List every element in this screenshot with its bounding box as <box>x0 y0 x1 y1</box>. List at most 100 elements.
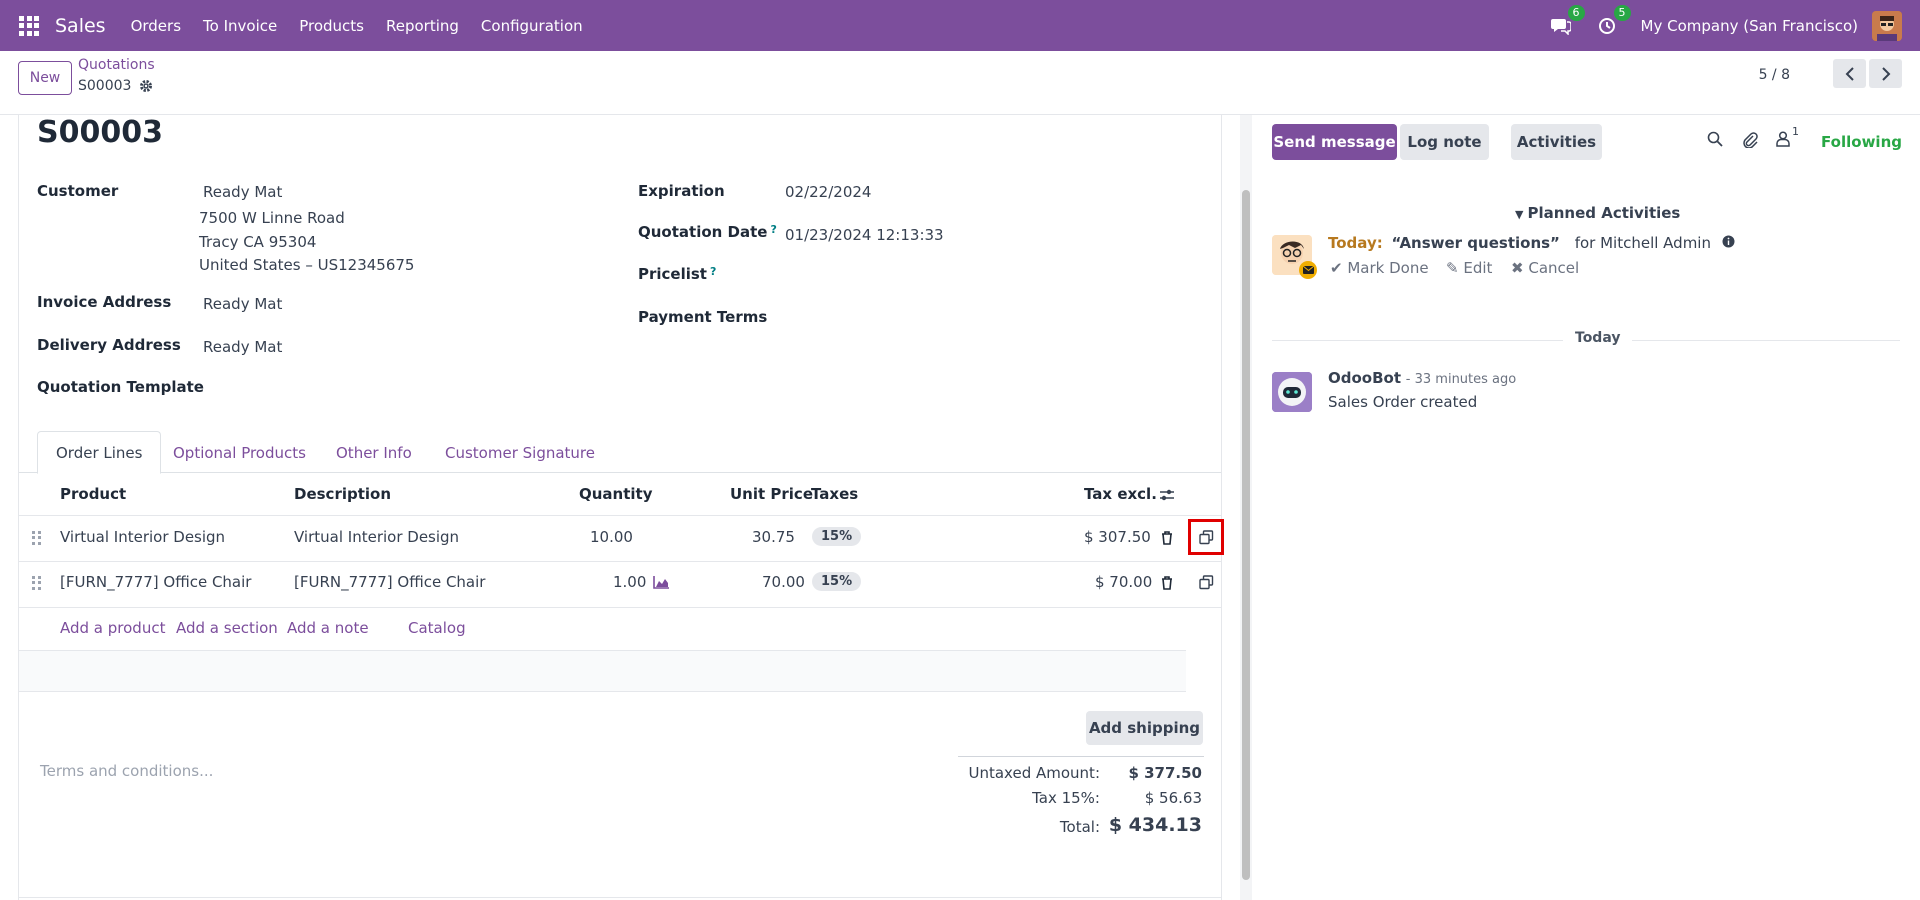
row-2-description[interactable]: [FURN_7777] Office Chair <box>294 573 485 591</box>
cancel-activity-button[interactable]: ✖ Cancel <box>1511 259 1579 277</box>
date-separator-today: Today <box>1563 330 1633 346</box>
tab-customer-signature[interactable]: Customer Signature <box>427 431 613 474</box>
planned-activities-title: Planned Activities <box>1527 204 1681 222</box>
column-product[interactable]: Product <box>60 485 126 503</box>
notebook-tabs: Order Lines Optional Products Other Info… <box>19 431 1221 474</box>
tab-optional-products[interactable]: Optional Products <box>155 431 324 474</box>
menu-reporting[interactable]: Reporting <box>386 17 459 35</box>
menu-to-invoice[interactable]: To Invoice <box>203 17 277 35</box>
paperclip-icon <box>1743 132 1758 149</box>
catalog-link[interactable]: Catalog <box>408 619 466 637</box>
edit-label: Edit <box>1463 259 1493 277</box>
drag-handle-icon[interactable] <box>32 576 42 590</box>
envelope-icon <box>1302 266 1314 274</box>
column-description[interactable]: Description <box>294 485 391 503</box>
column-unit-price[interactable]: Unit Price <box>730 485 813 503</box>
row-1-delete-button[interactable] <box>1159 529 1175 547</box>
copy-icon <box>1198 529 1213 544</box>
optional-columns-toggle[interactable] <box>1158 486 1176 504</box>
planned-activities-toggle[interactable]: ▼ Planned Activities <box>1515 204 1680 222</box>
app-name[interactable]: Sales <box>55 15 106 37</box>
breadcrumb-current-label: S00003 <box>78 78 132 94</box>
pager-value[interactable]: 5 / 8 <box>1759 67 1790 83</box>
check-icon: ✔ <box>1330 259 1343 277</box>
messages-button[interactable]: 6 <box>1549 4 1585 38</box>
add-product-link[interactable]: Add a product <box>60 619 165 637</box>
row-1-description[interactable]: Virtual Interior Design <box>294 528 459 546</box>
customer-field[interactable]: Ready Mat <box>203 183 282 201</box>
pager-next-button[interactable] <box>1869 59 1902 88</box>
sliders-icon <box>1160 489 1174 501</box>
row-1-product[interactable]: Virtual Interior Design <box>60 528 225 546</box>
company-switcher[interactable]: My Company (San Francisco) <box>1641 17 1858 35</box>
user-avatar[interactable] <box>1872 10 1902 41</box>
row-1-tax-badge[interactable]: 15% <box>812 527 862 546</box>
quotation-date-label: Quotation Date? <box>638 223 777 241</box>
gear-icon[interactable] <box>139 79 153 93</box>
row-2-delete-button[interactable] <box>1159 574 1175 592</box>
menu-orders[interactable]: Orders <box>131 17 181 35</box>
breadcrumb-quotations[interactable]: Quotations <box>78 57 155 73</box>
pager-previous-button[interactable] <box>1833 59 1866 88</box>
trash-icon <box>1162 531 1172 545</box>
column-tax-excl[interactable]: Tax excl. <box>1084 485 1157 503</box>
customer-address-line-3: United States – US12345675 <box>199 256 415 274</box>
row-1-quantity[interactable]: 10.00 <box>590 528 633 546</box>
forecast-chart-button[interactable] <box>652 574 670 590</box>
followers-button[interactable]: 1 <box>1776 125 1799 151</box>
menu-products[interactable]: Products <box>299 17 364 35</box>
row-2-quantity[interactable]: 1.00 <box>613 573 646 591</box>
message-time: - 33 minutes ago <box>1405 372 1517 387</box>
send-message-button[interactable]: Send message <box>1272 124 1397 160</box>
menu-configuration[interactable]: Configuration <box>481 17 583 35</box>
row-2-unit-price[interactable]: 70.00 <box>762 573 805 591</box>
column-quantity[interactable]: Quantity <box>579 485 653 503</box>
new-button[interactable]: New <box>18 61 72 95</box>
quotation-template-label: Quotation Template <box>37 378 204 396</box>
add-section-link[interactable]: Add a section <box>176 619 278 637</box>
edit-activity-button[interactable]: ✎ Edit <box>1446 259 1492 277</box>
pencil-icon: ✎ <box>1446 259 1459 277</box>
message-author[interactable]: OdooBot <box>1328 369 1401 387</box>
invoice-address-field[interactable]: Ready Mat <box>203 295 282 313</box>
row-1-duplicate-button[interactable] <box>1188 519 1224 555</box>
column-taxes[interactable]: Taxes <box>811 485 858 503</box>
log-note-button[interactable]: Log note <box>1400 124 1489 160</box>
form-scrollbar[interactable] <box>1240 115 1252 900</box>
top-navbar: Sales Orders To Invoice Products Reporti… <box>0 0 1920 51</box>
form-scrollbar-thumb[interactable] <box>1242 190 1250 880</box>
help-mark-pricelist[interactable]: ? <box>710 265 716 278</box>
following-button[interactable]: Following <box>1821 133 1902 151</box>
quotation-date-field[interactable]: 01/23/2024 12:13:33 <box>785 226 944 244</box>
search-icon <box>1707 131 1723 147</box>
activities-button-chatter[interactable]: Activities <box>1511 124 1602 160</box>
tab-order-lines[interactable]: Order Lines <box>37 431 162 474</box>
apps-menu-icon[interactable] <box>19 15 39 36</box>
mark-done-button[interactable]: ✔ Mark Done <box>1330 259 1429 277</box>
message-header: OdooBot - 33 minutes ago <box>1328 369 1516 387</box>
order-name: S00003 <box>37 115 163 150</box>
activities-count-badge: 5 <box>1613 4 1631 21</box>
add-shipping-button[interactable]: Add shipping <box>1086 711 1203 745</box>
row-1-subtotal: $ 307.50 <box>1084 528 1151 546</box>
chatter-panel: Send message Log note Activities 1 Follo… <box>1252 115 1920 900</box>
help-mark-quotation-date[interactable]: ? <box>770 223 776 236</box>
expiration-field[interactable]: 02/22/2024 <box>785 183 871 201</box>
search-messages-button[interactable] <box>1707 131 1723 151</box>
breadcrumb-current: S00003 <box>78 78 153 94</box>
row-2-subtotal: $ 70.00 <box>1095 573 1153 591</box>
row-2-tax-badge[interactable]: 15% <box>812 572 862 591</box>
row-2-product[interactable]: [FURN_7777] Office Chair <box>60 573 251 591</box>
trash-icon <box>1162 576 1172 590</box>
row-1-unit-price[interactable]: 30.75 <box>752 528 795 546</box>
attachments-button[interactable] <box>1742 131 1758 152</box>
info-icon[interactable] <box>1722 234 1735 252</box>
delivery-address-field[interactable]: Ready Mat <box>203 338 282 356</box>
add-note-link[interactable]: Add a note <box>287 619 369 637</box>
tab-other-info[interactable]: Other Info <box>318 431 430 474</box>
terms-input[interactable]: Terms and conditions... <box>40 762 213 780</box>
tax-value: $ 56.63 <box>1144 789 1202 807</box>
drag-handle-icon[interactable] <box>32 531 42 545</box>
activities-button[interactable]: 5 <box>1595 4 1631 38</box>
row-2-duplicate-button[interactable] <box>1191 567 1221 597</box>
